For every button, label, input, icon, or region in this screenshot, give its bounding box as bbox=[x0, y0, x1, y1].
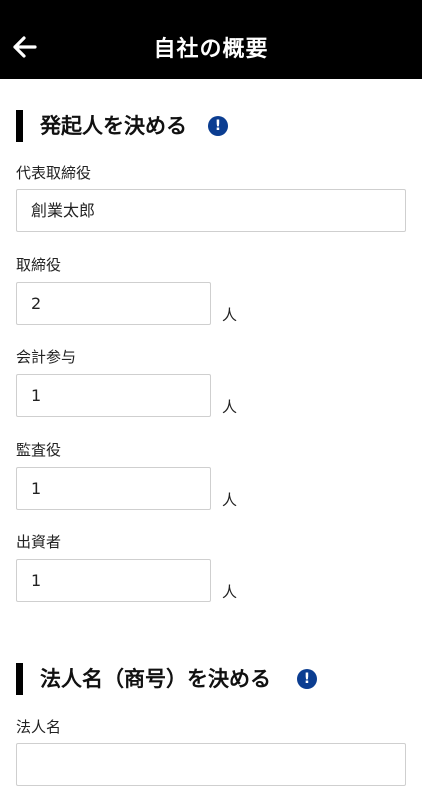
directors-label: 取締役 bbox=[16, 256, 62, 274]
auditor-unit: 人 bbox=[222, 491, 238, 509]
directors-count-input[interactable]: 2 bbox=[16, 282, 211, 325]
investors-label: 出資者 bbox=[16, 533, 62, 551]
auditor-label: 監査役 bbox=[16, 441, 62, 459]
corp-name-label: 法人名 bbox=[16, 718, 62, 736]
rep-director-label: 代表取締役 bbox=[16, 164, 92, 182]
section-title: 法人名（商号）を決める bbox=[40, 667, 271, 691]
page-title: 自社の概要 bbox=[153, 37, 269, 62]
section-bar bbox=[16, 663, 23, 695]
section-title: 発起人を決める bbox=[40, 114, 187, 138]
accounting-advisor-count-input[interactable]: 1 bbox=[16, 374, 211, 417]
investors-unit: 人 bbox=[222, 583, 238, 601]
section-bar bbox=[16, 110, 23, 142]
info-icon[interactable]: ! bbox=[297, 669, 317, 689]
auditor-count-input[interactable]: 1 bbox=[16, 467, 211, 510]
accounting-advisor-unit: 人 bbox=[222, 398, 238, 416]
accounting-advisor-label: 会計参与 bbox=[16, 348, 77, 366]
investors-count-input[interactable]: 1 bbox=[16, 559, 211, 602]
info-icon[interactable]: ! bbox=[208, 116, 228, 136]
app-header: 自社の概要 bbox=[0, 0, 422, 79]
directors-unit: 人 bbox=[222, 306, 238, 324]
corp-name-input[interactable] bbox=[16, 743, 406, 786]
rep-director-input[interactable]: 創業太郎 bbox=[16, 189, 406, 232]
